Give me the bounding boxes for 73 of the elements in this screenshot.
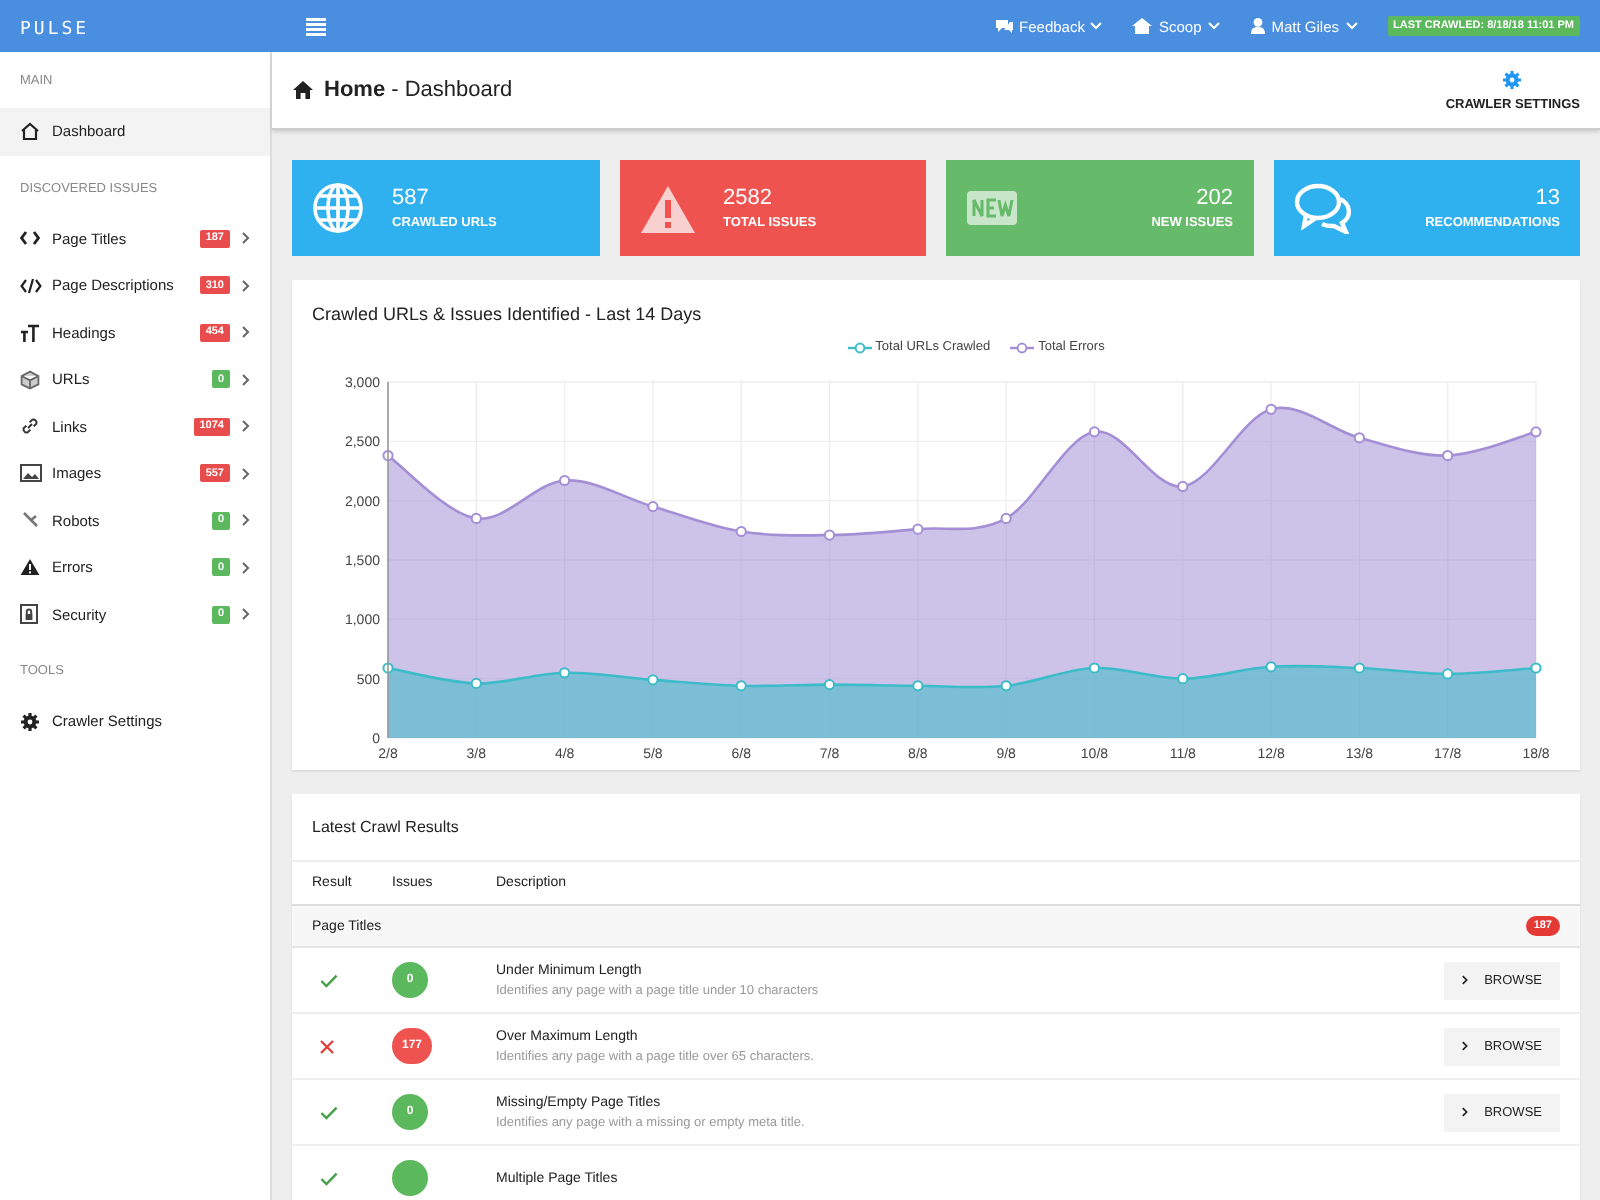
data-point bbox=[1088, 426, 1101, 438]
data-point bbox=[382, 662, 394, 674]
data-point bbox=[735, 525, 747, 538]
data-point bbox=[559, 474, 571, 487]
page-title: Home - Dashboard bbox=[324, 78, 513, 102]
chevron-icon bbox=[242, 326, 250, 339]
data-point bbox=[1265, 661, 1277, 673]
cube-icon bbox=[20, 369, 40, 390]
settings-icon bbox=[20, 711, 40, 732]
chevron-icon bbox=[242, 232, 250, 245]
data-point bbox=[559, 667, 571, 679]
legend-marker-icon bbox=[847, 341, 872, 353]
house-icon bbox=[1132, 18, 1153, 34]
data-point bbox=[735, 680, 747, 692]
user-icon bbox=[1249, 18, 1266, 34]
data-point bbox=[1353, 662, 1365, 674]
issue-count-badge bbox=[392, 1160, 428, 1196]
table-title: Latest Crawl Results bbox=[292, 794, 1580, 862]
home-icon bbox=[292, 80, 314, 100]
new-label-icon bbox=[966, 190, 1018, 226]
data-point bbox=[1000, 512, 1012, 525]
chevron-icon bbox=[242, 467, 250, 480]
warning-icon bbox=[639, 183, 695, 233]
caret-icon bbox=[1207, 22, 1220, 30]
data-point bbox=[912, 523, 924, 535]
data-point bbox=[1442, 668, 1454, 680]
code-icon bbox=[20, 230, 40, 247]
chart-title: Crawled URLs & Issues Identified - Last 14 Days bbox=[310, 302, 704, 328]
data-point bbox=[1530, 662, 1542, 674]
legend-marker-icon bbox=[1010, 341, 1035, 353]
data-point bbox=[823, 679, 836, 691]
data-point bbox=[470, 677, 482, 689]
chevron-icon bbox=[242, 608, 250, 621]
caret-icon bbox=[1345, 22, 1358, 30]
chat-bubbles-icon bbox=[1293, 182, 1353, 234]
data-point bbox=[470, 512, 482, 525]
chevron-icon bbox=[242, 514, 250, 527]
data-point bbox=[1265, 403, 1277, 415]
chevron-icon bbox=[242, 373, 250, 386]
home-icon bbox=[20, 122, 40, 141]
data-point bbox=[647, 501, 659, 513]
link-icon bbox=[20, 416, 40, 437]
menu-icon[interactable] bbox=[306, 17, 326, 35]
image-icon bbox=[20, 464, 42, 483]
stat-value: 587 bbox=[392, 186, 431, 210]
chevron-icon bbox=[1462, 1040, 1469, 1052]
speech-bubbles-icon bbox=[993, 18, 1014, 34]
data-point bbox=[382, 449, 394, 462]
data-point bbox=[1442, 449, 1454, 462]
chevron-icon bbox=[242, 561, 250, 574]
caret-icon bbox=[1090, 22, 1103, 30]
warning-icon bbox=[20, 558, 40, 577]
chevron-icon bbox=[1462, 974, 1469, 986]
chevron-icon bbox=[1462, 1106, 1469, 1118]
settings-icon bbox=[1502, 69, 1523, 89]
heading-icon bbox=[20, 323, 40, 342]
data-point bbox=[1088, 662, 1101, 674]
data-point bbox=[647, 674, 659, 686]
globe-icon bbox=[312, 182, 364, 234]
data-point bbox=[1177, 480, 1189, 493]
data-point bbox=[1000, 680, 1012, 692]
stat-value: 13 bbox=[1535, 186, 1560, 210]
data-point bbox=[1530, 426, 1542, 438]
data-point bbox=[823, 529, 836, 541]
stat-value: 2582 bbox=[723, 186, 774, 210]
code-icon bbox=[20, 277, 42, 294]
data-point bbox=[912, 680, 924, 692]
data-point bbox=[1353, 432, 1365, 444]
chevron-icon bbox=[242, 279, 250, 292]
data-point bbox=[1177, 673, 1189, 685]
document-lock-icon bbox=[20, 604, 38, 625]
chevron-icon bbox=[242, 420, 250, 433]
stat-value: 202 bbox=[1196, 186, 1233, 210]
